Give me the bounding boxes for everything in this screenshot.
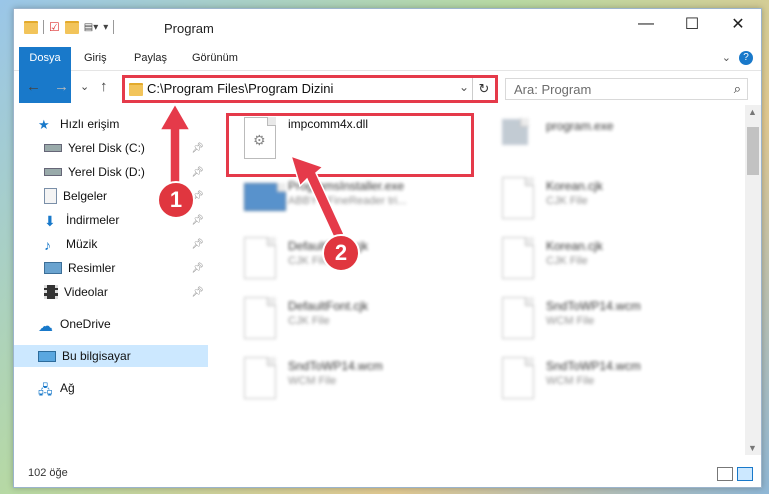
arrow-diagonal-shape xyxy=(289,154,345,242)
annotation-arrows xyxy=(158,102,345,242)
callout-badge-2: 2 xyxy=(322,234,360,272)
arrow-up-shape xyxy=(158,102,192,191)
callout-badge-1: 1 xyxy=(157,181,195,219)
